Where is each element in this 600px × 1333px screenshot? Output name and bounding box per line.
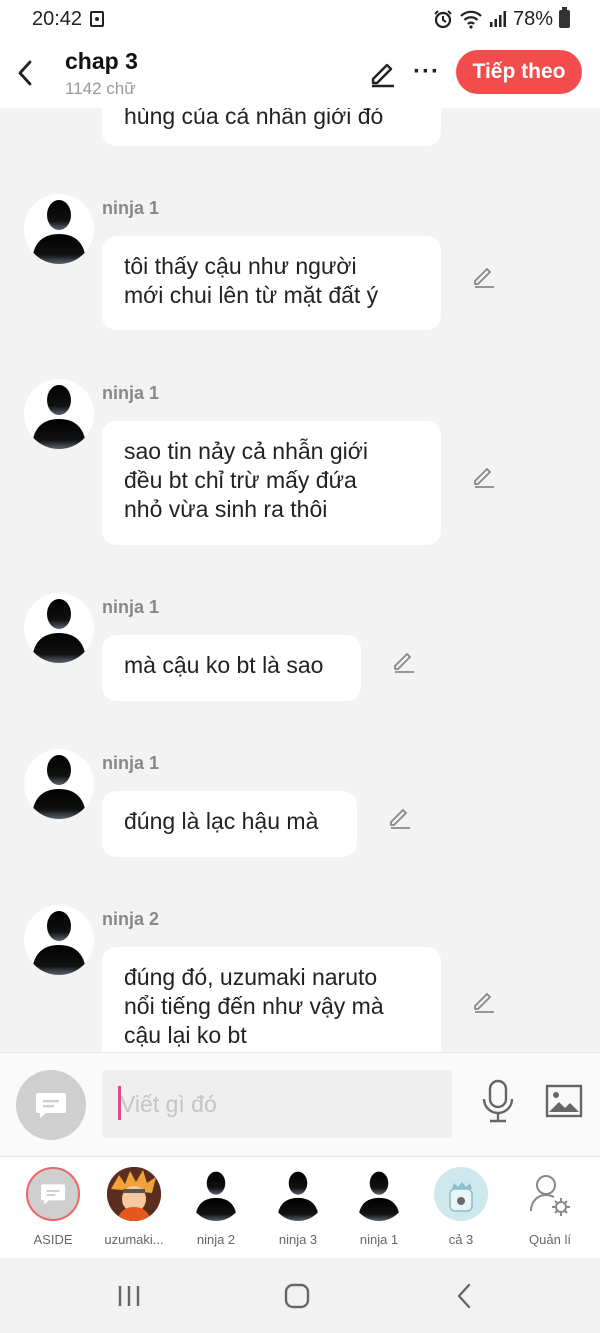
chat-bubble-icon — [36, 1093, 66, 1118]
silhouette-icon — [32, 385, 86, 449]
message-line: nhỏ vừa sinh ra thôi — [124, 496, 328, 522]
character-ninja-3[interactable]: ninja 3 — [258, 1167, 338, 1247]
character-label: Quản lí — [529, 1232, 571, 1247]
character-label: ninja 3 — [278, 1232, 318, 1247]
battery-percent: 78% — [512, 7, 553, 30]
avatar — [271, 1167, 325, 1221]
edit-message-icon[interactable] — [472, 464, 496, 488]
message-bubble[interactable]: hùng của cả nhẫn giới đó — [102, 108, 441, 146]
character-portrait-icon — [107, 1167, 161, 1221]
title-block: chap 3 1142 chữ — [65, 48, 138, 99]
character-label: ninja 1 — [359, 1232, 399, 1247]
message-bubble[interactable]: mà cậu ko bt là sao — [102, 635, 361, 701]
character-ninja-2[interactable]: ninja 2 — [176, 1167, 256, 1247]
character-ca-3[interactable]: cả 3 — [421, 1167, 501, 1247]
message-line: mới chui lên từ mặt đất ý — [124, 282, 379, 308]
avatar[interactable] — [24, 905, 94, 975]
message-line: nổi tiếng đến như vậy mà — [124, 993, 384, 1019]
cat-mug-icon — [449, 1182, 473, 1212]
message-line: mà cậu ko bt là sao — [124, 652, 324, 678]
avatar — [189, 1167, 243, 1221]
message-input[interactable] — [102, 1070, 452, 1138]
character-uzumaki[interactable]: uzumaki... — [94, 1167, 174, 1247]
character-label: ninja 2 — [196, 1232, 236, 1247]
edit-message-icon[interactable] — [388, 805, 412, 829]
signal-icon — [489, 11, 506, 27]
chat-bubble-icon — [41, 1184, 65, 1205]
manage-icon-wrap — [523, 1167, 577, 1221]
aside-avatar — [26, 1167, 80, 1221]
silhouette-icon — [32, 755, 86, 819]
avatar — [352, 1167, 406, 1221]
home-icon[interactable] — [284, 1283, 310, 1309]
edit-message-icon[interactable] — [472, 264, 496, 288]
silhouette-icon — [358, 1171, 400, 1221]
avatar[interactable] — [24, 749, 94, 819]
manage-characters-button[interactable]: Quản lí — [510, 1167, 590, 1247]
silhouette-icon — [195, 1171, 237, 1221]
message-text: hùng của cả nhẫn giới đó — [124, 108, 384, 129]
message-line: tôi thấy cậu như người — [124, 253, 357, 279]
message-bubble[interactable]: sao tin nảy cả nhẫn giới đều bt chỉ trừ … — [102, 421, 441, 545]
message-bubble[interactable]: tôi thấy cậu như người mới chui lên từ m… — [102, 236, 441, 330]
microphone-icon[interactable] — [480, 1078, 516, 1124]
chat-mode-button[interactable] — [16, 1070, 86, 1140]
character-ninja-1[interactable]: ninja 1 — [339, 1167, 419, 1247]
message-bubble[interactable]: đúng đó, uzumaki naruto nổi tiếng đến nh… — [102, 947, 441, 1052]
sender-name: ninja 1 — [102, 753, 160, 773]
sender-name: ninja 1 — [102, 383, 160, 403]
alarm-icon — [434, 10, 452, 29]
avatar[interactable] — [24, 379, 94, 449]
sender-name: ninja 2 — [102, 909, 160, 929]
user-settings-icon — [530, 1175, 570, 1216]
chapter-title[interactable]: chap 3 — [65, 48, 138, 75]
back-button[interactable] — [0, 38, 50, 108]
back-nav-icon[interactable] — [455, 1283, 473, 1309]
message-line: cậu lại ko bt — [124, 1022, 247, 1048]
notification-icon — [90, 11, 105, 27]
recent-apps-icon[interactable] — [117, 1284, 141, 1308]
word-count: 1142 chữ — [65, 78, 136, 98]
system-nav-bar — [0, 1258, 600, 1333]
message-line: đúng là lạc hậu mà — [124, 808, 319, 834]
image-icon[interactable] — [545, 1084, 583, 1118]
message-bubble[interactable]: đúng là lạc hậu mà — [102, 791, 357, 857]
character-label: ASIDE — [33, 1232, 73, 1247]
anime-avatar — [107, 1167, 161, 1221]
message-line: sao tin nảy cả nhẫn giới — [124, 438, 368, 464]
silhouette-icon — [32, 599, 86, 663]
status-time: 20:42 — [32, 7, 83, 30]
message-line: đều bt chỉ trừ mấy đứa — [124, 467, 357, 493]
wifi-icon — [460, 10, 482, 29]
edit-message-icon[interactable] — [472, 989, 496, 1013]
silhouette-icon — [32, 200, 86, 264]
character-label: uzumaki... — [104, 1232, 164, 1247]
silhouette-icon — [32, 911, 86, 975]
battery-icon — [559, 7, 570, 28]
chat-area[interactable]: hùng của cả nhẫn giới đó ninja 1 tôi thấ… — [0, 108, 600, 1052]
character-label: cả 3 — [448, 1232, 474, 1247]
chapter-header: chap 3 1142 chữ ··· Tiếp theo — [0, 38, 600, 108]
character-bar: ASIDE uzumaki... ninja 2 ninja 3 ninja 1… — [0, 1156, 600, 1258]
sender-name: ninja 1 — [102, 198, 160, 218]
edit-message-icon[interactable] — [392, 649, 416, 673]
edit-title-icon[interactable] — [368, 58, 398, 88]
sender-name: ninja 1 — [102, 597, 160, 617]
avatar[interactable] — [24, 593, 94, 663]
next-chapter-button[interactable]: Tiếp theo — [456, 50, 582, 94]
group-avatar — [434, 1167, 488, 1221]
message-line: đúng đó, uzumaki naruto — [124, 964, 378, 990]
silhouette-icon — [277, 1171, 319, 1221]
more-options-icon[interactable]: ··· — [413, 58, 440, 86]
character-aside[interactable]: ASIDE — [13, 1167, 93, 1247]
text-caret — [118, 1086, 121, 1120]
avatar[interactable] — [24, 194, 94, 264]
status-bar: 20:42 78% — [0, 0, 600, 38]
chevron-left-icon — [18, 60, 32, 86]
